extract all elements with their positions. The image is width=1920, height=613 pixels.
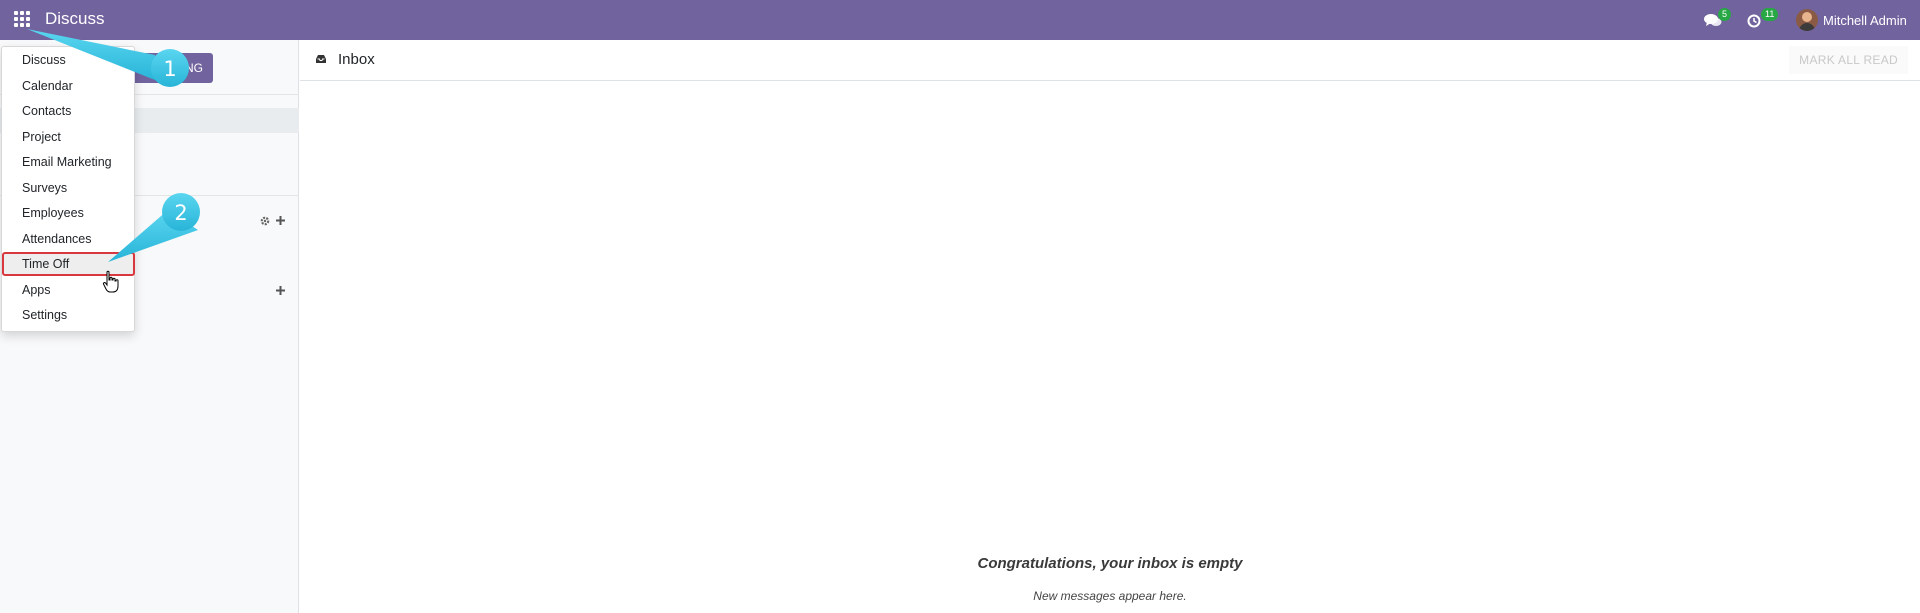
menu-item-calendar[interactable]: Calendar xyxy=(2,74,136,98)
grid-icon-dot xyxy=(20,17,24,21)
page-title: Inbox xyxy=(338,51,375,68)
hand-pointer-icon xyxy=(102,270,119,293)
messages-menu[interactable]: 5 xyxy=(1702,0,1732,40)
grid-icon xyxy=(14,11,18,15)
menu-item-email-marketing[interactable]: Email Marketing xyxy=(2,150,136,174)
gear-icon[interactable] xyxy=(259,215,271,231)
inbox-icon xyxy=(316,55,326,63)
activities-badge: 11 xyxy=(1761,8,1779,21)
menu-item-surveys[interactable]: Surveys xyxy=(2,176,136,200)
apps-menu-button[interactable] xyxy=(14,11,33,30)
content-header: Inbox MARK ALL READ xyxy=(300,40,1920,81)
user-menu[interactable]: Mitchell Admin xyxy=(1796,0,1907,40)
menu-item-contacts[interactable]: Contacts xyxy=(2,99,136,123)
start-meeting-label: NG xyxy=(185,61,203,75)
grid-icon-dot xyxy=(20,23,24,27)
avatar xyxy=(1796,9,1818,31)
messages-badge: 5 xyxy=(1718,8,1732,21)
menu-item-employees[interactable]: Employees xyxy=(2,201,136,225)
user-name: Mitchell Admin xyxy=(1823,12,1907,28)
mark-all-read-button[interactable]: MARK ALL READ xyxy=(1789,46,1908,74)
grid-icon-dot xyxy=(26,11,30,15)
empty-state-title: Congratulations, your inbox is empty xyxy=(977,555,1243,572)
top-navbar: Discuss 5 11 Mitchell Admin xyxy=(0,0,1920,40)
menu-item-settings[interactable]: Settings xyxy=(2,303,136,327)
grid-icon-dot xyxy=(26,23,30,27)
menu-item-attendances[interactable]: Attendances xyxy=(2,227,136,251)
add-chat-plus-icon[interactable] xyxy=(275,285,286,300)
start-meeting-button[interactable]: NG xyxy=(131,53,213,83)
add-channel-plus-icon[interactable] xyxy=(275,215,286,230)
menu-item-project[interactable]: Project xyxy=(2,125,136,149)
grid-icon-dot xyxy=(20,11,24,15)
empty-state-subtitle: New messages appear here. xyxy=(1033,589,1187,603)
grid-icon-dot xyxy=(26,17,30,21)
grid-icon-dot xyxy=(14,23,18,27)
app-title[interactable]: Discuss xyxy=(45,9,105,29)
menu-item-discuss[interactable]: Discuss xyxy=(2,48,136,72)
clock-icon xyxy=(1747,14,1761,28)
activities-menu[interactable]: 11 xyxy=(1746,0,1782,40)
grid-icon-dot xyxy=(14,17,18,21)
